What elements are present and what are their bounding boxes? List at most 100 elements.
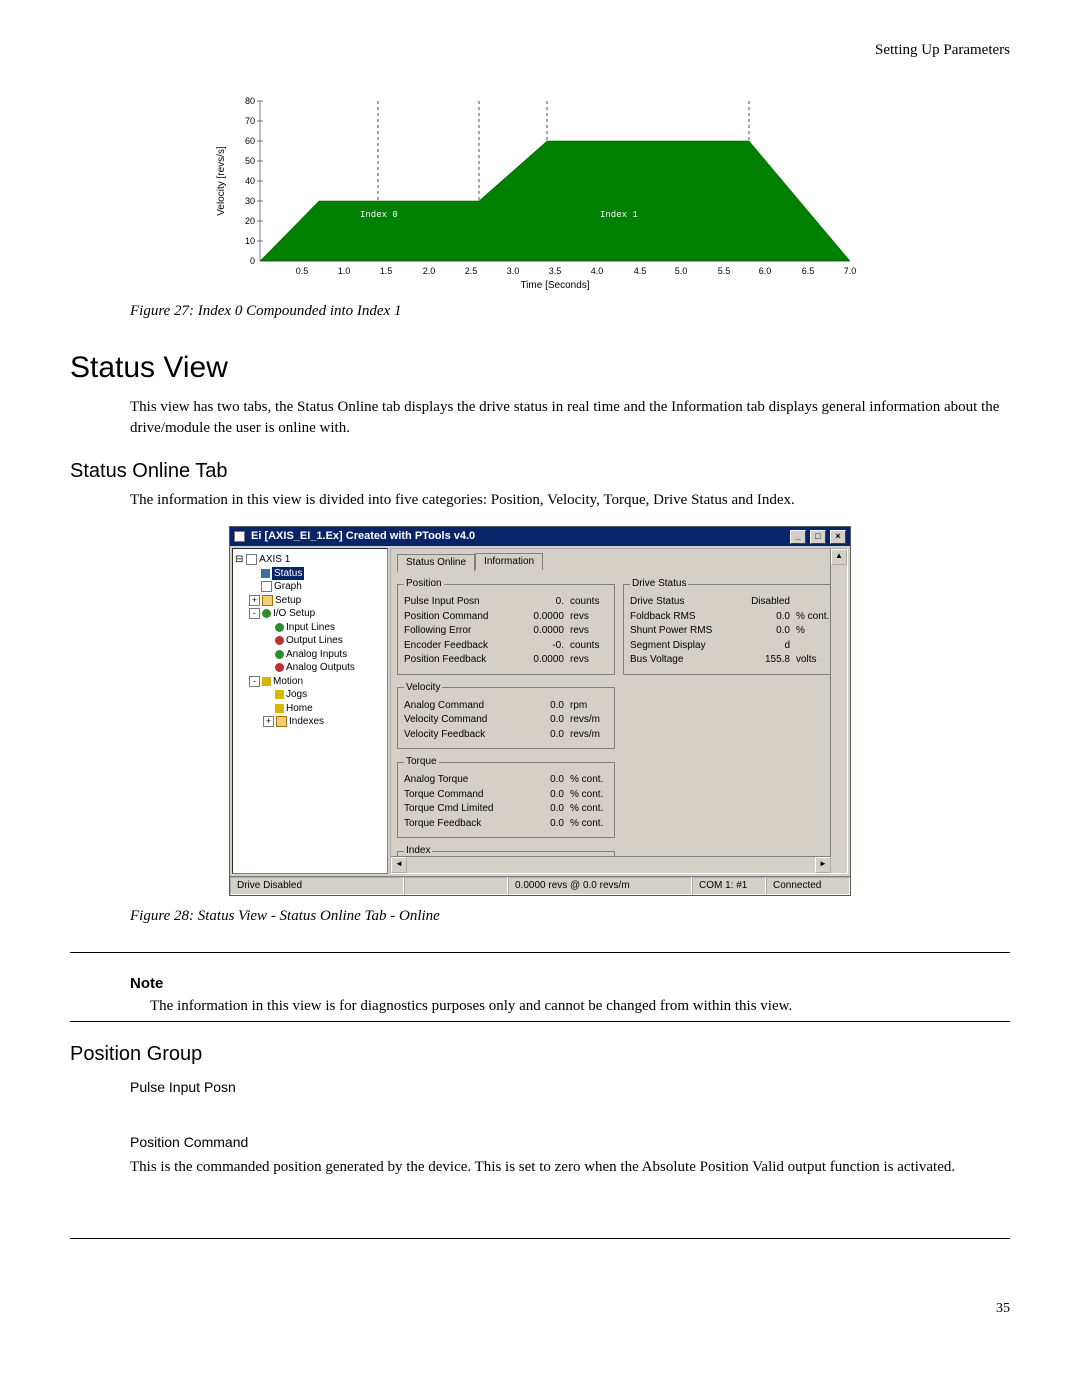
svg-text:5.0: 5.0 — [675, 266, 688, 276]
tree-item-icon — [262, 677, 271, 686]
row-unit: % cont. — [570, 773, 608, 788]
row-label: Segment Display — [630, 639, 740, 654]
tree-item-label: Jogs — [286, 689, 307, 700]
svg-text:80: 80 — [245, 96, 255, 106]
group-drive-status: Drive Status Drive StatusDisabledFoldbac… — [623, 577, 841, 675]
row-label: Drive Status — [630, 595, 740, 610]
status-row: Bus Voltage155.8volts — [630, 653, 834, 668]
svg-text:7.0: 7.0 — [844, 266, 857, 276]
nav-tree[interactable]: ⊟ AXIS 1 StatusGraph +Setup-I/O SetupInpu… — [232, 548, 388, 874]
row-unit: counts — [570, 639, 608, 654]
tree-item[interactable]: Output Lines — [235, 634, 385, 648]
tab-status-online[interactable]: Status Online — [397, 554, 475, 572]
row-value: Disabled — [740, 595, 796, 610]
row-unit: counts — [570, 595, 608, 610]
row-value: 0.0 — [514, 713, 570, 728]
row-value: 0.0 — [514, 802, 570, 817]
status-row: Analog Command0.0rpm — [404, 699, 608, 714]
tree-item-icon — [276, 716, 287, 727]
tree-root[interactable]: ⊟ AXIS 1 — [235, 553, 385, 567]
tree-item[interactable]: Status — [235, 567, 385, 581]
label-pulse-input-posn: Pulse Input Posn — [130, 1078, 1010, 1098]
svg-text:5.5: 5.5 — [718, 266, 731, 276]
row-value: 0.0 — [514, 699, 570, 714]
tree-item[interactable]: Input Lines — [235, 621, 385, 635]
tree-item[interactable]: -Motion — [235, 675, 385, 689]
scroll-left-icon[interactable]: ◄ — [391, 857, 407, 873]
status-row: Position Feedback0.0000revs — [404, 653, 608, 668]
tree-item-label: Indexes — [289, 716, 324, 727]
row-label: Velocity Feedback — [404, 728, 514, 743]
tree-item-label: Analog Inputs — [286, 649, 347, 660]
titlebar: Ei [AXIS_EI_1.Ex] Created with PTools v4… — [230, 527, 850, 546]
row-label: Analog Command — [404, 699, 514, 714]
tree-item[interactable]: -I/O Setup — [235, 607, 385, 621]
svg-text:4.0: 4.0 — [591, 266, 604, 276]
scroll-up-icon[interactable]: ▲ — [831, 549, 847, 565]
heading-position-group: Position Group — [70, 1040, 1010, 1068]
status-row: Position Command0.0000revs — [404, 610, 608, 625]
position-command-paragraph: This is the commanded position generated… — [130, 1157, 1010, 1178]
row-label: Shunt Power RMS — [630, 624, 740, 639]
tab-information[interactable]: Information — [475, 553, 543, 570]
tree-item[interactable]: Jogs — [235, 688, 385, 702]
tree-item-label: Graph — [274, 581, 302, 592]
group-velocity: Velocity Analog Command0.0rpmVelocity Co… — [397, 681, 615, 750]
horizontal-scrollbar[interactable]: ◄ ► — [391, 856, 831, 873]
svg-text:Velocity [revs/s]: Velocity [revs/s] — [216, 146, 227, 216]
row-unit: % — [796, 624, 834, 639]
row-unit: revs/m — [570, 728, 608, 743]
svg-text:60: 60 — [245, 136, 255, 146]
tree-item[interactable]: Analog Outputs — [235, 661, 385, 675]
tree-item[interactable]: Graph — [235, 580, 385, 594]
minimize-icon[interactable]: _ — [790, 530, 806, 544]
svg-text:70: 70 — [245, 116, 255, 126]
svg-text:Index 0: Index 0 — [360, 210, 398, 220]
svg-text:4.5: 4.5 — [634, 266, 647, 276]
svg-text:40: 40 — [245, 176, 255, 186]
row-unit — [796, 639, 834, 654]
status-row: Torque Feedback0.0% cont. — [404, 817, 608, 832]
tree-item[interactable]: +Indexes — [235, 715, 385, 729]
tree-item-icon — [262, 609, 271, 618]
tree-item[interactable]: +Setup — [235, 594, 385, 608]
group-position: Position Pulse Input Posn0.countsPositio… — [397, 577, 615, 675]
svg-text:2.0: 2.0 — [423, 266, 436, 276]
svg-text:6.5: 6.5 — [802, 266, 815, 276]
svg-text:20: 20 — [245, 216, 255, 226]
status-drive: Drive Disabled — [230, 877, 404, 895]
row-unit: revs/m — [570, 713, 608, 728]
row-label: Encoder Feedback — [404, 639, 514, 654]
svg-text:2.5: 2.5 — [465, 266, 478, 276]
svg-text:50: 50 — [245, 156, 255, 166]
row-value: 0. — [514, 595, 570, 610]
row-value: 0.0 — [514, 728, 570, 743]
status-com: COM 1: #1 — [692, 877, 766, 895]
tree-item-icon — [275, 636, 284, 645]
tree-item-label: Status — [272, 567, 304, 581]
row-label: Velocity Command — [404, 713, 514, 728]
row-value: -0. — [514, 639, 570, 654]
tree-item[interactable]: Home — [235, 702, 385, 716]
scroll-right-icon[interactable]: ► — [815, 857, 831, 873]
row-unit: % cont. — [570, 788, 608, 803]
tree-item-icon — [275, 650, 284, 659]
ptools-window: Ei [AXIS_EI_1.Ex] Created with PTools v4… — [229, 526, 851, 896]
status-row: Segment Displayd — [630, 639, 834, 654]
row-value: 0.0 — [514, 788, 570, 803]
row-label: Following Error — [404, 624, 514, 639]
row-label: Position Command — [404, 610, 514, 625]
tree-item[interactable]: Analog Inputs — [235, 648, 385, 662]
row-value: 0.0000 — [514, 624, 570, 639]
velocity-chart: 0 10 20 30 40 50 60 70 80 0.5 1.0 1.5 2.… — [210, 91, 870, 291]
row-label: Foldback RMS — [630, 610, 740, 625]
vertical-scrollbar[interactable]: ▲ — [830, 549, 847, 857]
status-row: Torque Cmd Limited0.0% cont. — [404, 802, 608, 817]
tree-item-icon — [261, 569, 270, 578]
status-row: Following Error0.0000revs — [404, 624, 608, 639]
close-icon[interactable]: × — [830, 530, 846, 544]
maximize-icon[interactable]: □ — [810, 530, 826, 544]
row-unit: % cont. — [570, 802, 608, 817]
tree-item-icon — [275, 690, 284, 699]
tree-item-label: I/O Setup — [273, 608, 315, 619]
